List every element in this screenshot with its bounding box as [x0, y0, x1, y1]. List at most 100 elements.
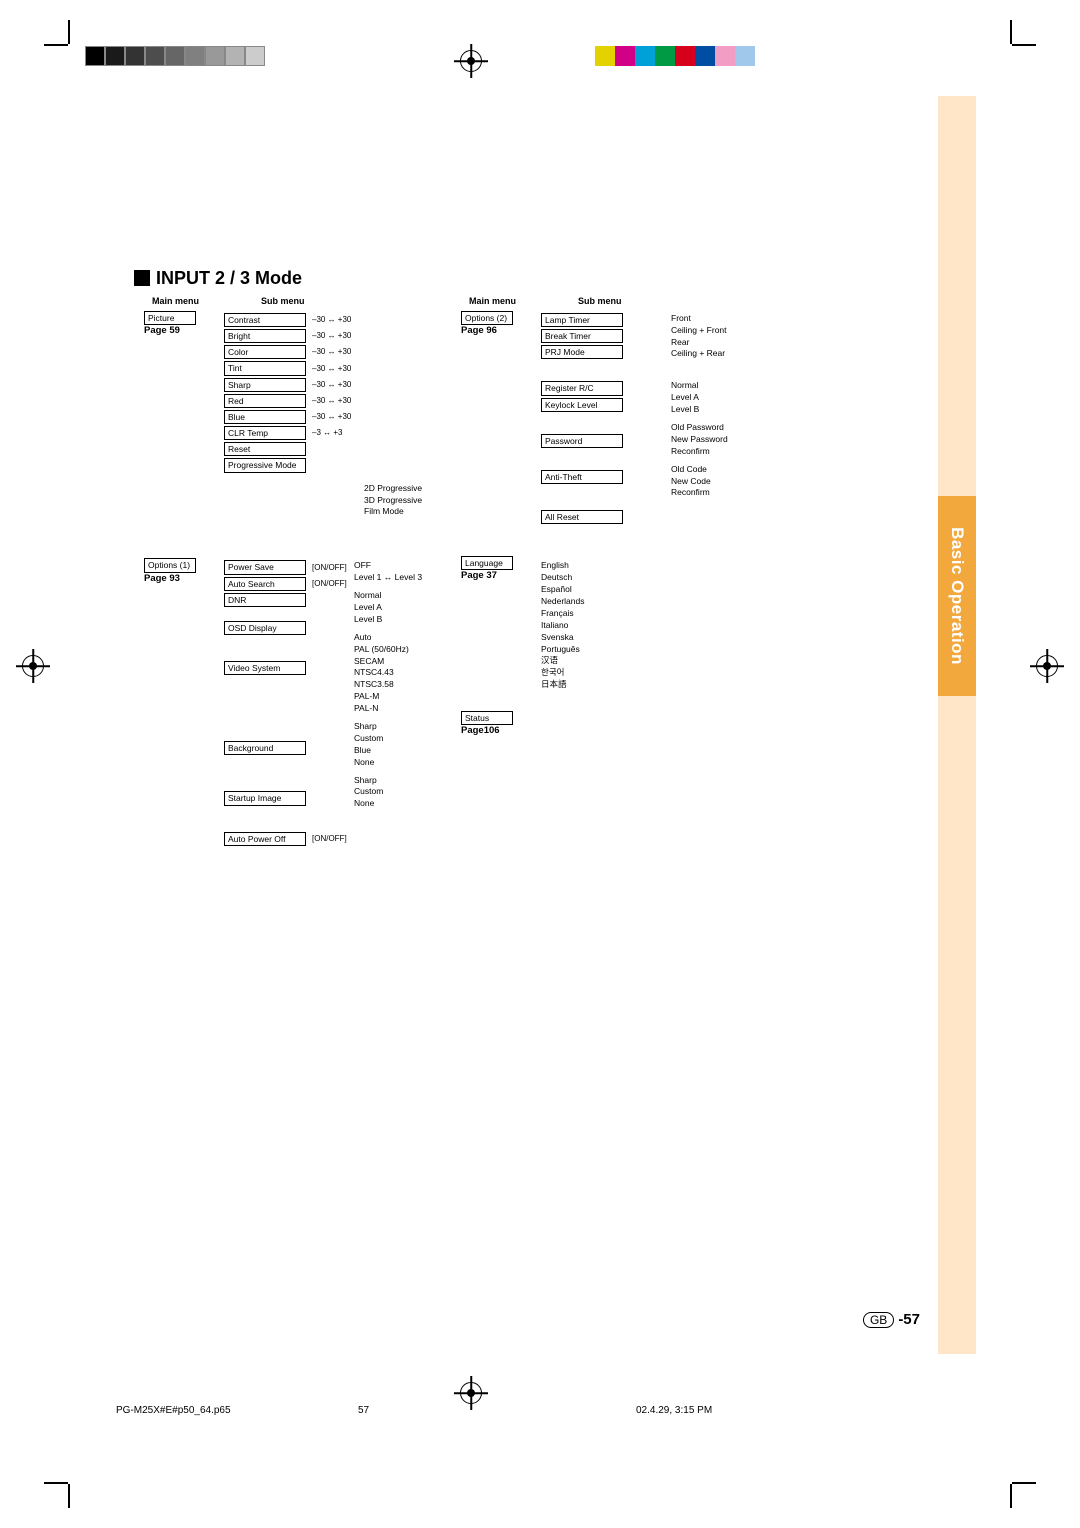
- submenu-item: Password: [541, 434, 623, 448]
- option-item: Normal: [354, 590, 464, 602]
- option-item: New Password: [671, 434, 891, 446]
- registration-mark-top: [454, 44, 488, 78]
- option-item: Português: [541, 644, 671, 656]
- submenu-value: –30 ↔ +30: [312, 364, 351, 374]
- submenu-row: Auto Search[ON/OFF]: [224, 577, 354, 591]
- page-ref-language: Page 37: [461, 570, 497, 581]
- submenu-item: Blue: [224, 410, 306, 424]
- footer-filename: PG-M25X#E#p50_64.p65: [116, 1405, 231, 1416]
- submenu-item: Reset: [224, 442, 306, 456]
- main-picture: Picture: [144, 311, 196, 325]
- submenu-value: [ON/OFF]: [312, 563, 347, 573]
- option-item: Ceiling + Front: [671, 325, 891, 337]
- submenu-row: Video System: [224, 661, 354, 675]
- option-item: 한국어: [541, 667, 671, 679]
- option-item: Level 1 ↔ Level 3: [354, 572, 464, 584]
- submenu-item: CLR Temp: [224, 426, 306, 440]
- option-item: NTSC3.58: [354, 679, 464, 691]
- submenu-value: –3 ↔ +3: [312, 428, 342, 438]
- section-title-text: INPUT 2 / 3 Mode: [156, 268, 302, 288]
- section-tab: Basic Operation: [938, 496, 976, 696]
- option-item: Old Password: [671, 422, 891, 434]
- option-item: PAL-M: [354, 691, 464, 703]
- main-options1: Options (1): [144, 558, 196, 572]
- submenu-item: Contrast: [224, 313, 306, 327]
- option-item: Level B: [354, 614, 464, 626]
- option-item: Level A: [671, 392, 891, 404]
- submenu-row: Power Save [ON/OFF]: [224, 560, 354, 574]
- option-item: SECAM: [354, 656, 464, 668]
- option-item: 汉语: [541, 655, 671, 667]
- section-title: INPUT 2 / 3 Mode: [134, 268, 302, 289]
- option-item: Front: [671, 313, 891, 325]
- main-options2: Options (2): [461, 311, 513, 325]
- option-item: 日本語: [541, 679, 671, 691]
- option-item: Old Code: [671, 464, 891, 476]
- option-item: OFF: [354, 560, 464, 572]
- submenu-row: Register R/C: [541, 381, 671, 395]
- option-item: None: [354, 798, 464, 810]
- submenu-row: PRJ Mode: [541, 345, 671, 359]
- submenu-row: Tint –30 ↔ +30: [224, 361, 354, 375]
- region-badge: GB: [863, 1312, 894, 1328]
- submenu-row: Password: [541, 434, 671, 448]
- option-item: Custom: [354, 786, 464, 798]
- submenu-item: Break Timer: [541, 329, 623, 343]
- submenu-row: Blue–30 ↔ +30: [224, 410, 354, 424]
- section-tab-label: Basic Operation: [947, 527, 967, 665]
- submenu-item: Bright: [224, 329, 306, 343]
- submenu-item: OSD Display: [224, 621, 306, 635]
- submenu-item: Red: [224, 394, 306, 408]
- option-item: Italiano: [541, 620, 671, 632]
- option-item: 3D Progressive: [364, 495, 464, 507]
- submenu-row: OSD Display: [224, 621, 354, 635]
- page-area: Basic Operation INPUT 2 / 3 Mode Main me…: [116, 96, 976, 1354]
- color-calibration-bars: [595, 46, 755, 66]
- option-item: Nederlands: [541, 596, 671, 608]
- submenu-row: CLR Temp –3 ↔ +3: [224, 426, 354, 440]
- registration-mark-right: [1030, 649, 1064, 683]
- submenu-item: Auto Search: [224, 577, 306, 591]
- registration-mark-bottom: [454, 1376, 488, 1410]
- gray-calibration-bars: [85, 46, 265, 66]
- submenu-row: Progressive Mode: [224, 458, 354, 472]
- page-number: GB-57: [863, 1311, 920, 1328]
- submenu-row: All Reset: [541, 510, 671, 524]
- submenu-item: PRJ Mode: [541, 345, 623, 359]
- submenu-row: Auto Power Off [ON/OFF]: [224, 832, 354, 846]
- submenu-row: Startup Image: [224, 791, 354, 805]
- option-item: Level A: [354, 602, 464, 614]
- submenu-row: Contrast–30 ↔ +30: [224, 313, 354, 327]
- footer-print-page: 57: [358, 1405, 369, 1416]
- submenu-row: Keylock Level: [541, 398, 671, 412]
- page-ref-picture: Page 59: [144, 325, 180, 336]
- option-item: Film Mode: [364, 506, 464, 518]
- registration-mark-left: [16, 649, 50, 683]
- option-item: Reconfirm: [671, 446, 891, 458]
- option-item: New Code: [671, 476, 891, 488]
- submenu-row: Sharp–30 ↔ +30: [224, 378, 354, 392]
- option-item: Rear: [671, 337, 891, 349]
- col-main-label: Main menu: [152, 296, 199, 307]
- submenu-item: Auto Power Off: [224, 832, 306, 846]
- option-item: Level B: [671, 404, 891, 416]
- submenu-row: Color–30 ↔ +30: [224, 345, 354, 359]
- submenu-item: All Reset: [541, 510, 623, 524]
- submenu-row: Reset: [224, 442, 354, 456]
- option-item: Deutsch: [541, 572, 671, 584]
- page-ref-status: Page106: [461, 725, 500, 736]
- col-main-label: Main menu: [469, 296, 516, 307]
- option-item: None: [354, 757, 464, 769]
- option-item: Français: [541, 608, 671, 620]
- option-item: Reconfirm: [671, 487, 891, 499]
- submenu-item: Tint: [224, 361, 306, 375]
- submenu-item: Power Save: [224, 560, 306, 574]
- option-item: Sharp: [354, 775, 464, 787]
- submenu-row: Anti-Theft: [541, 470, 671, 484]
- submenu-value: [ON/OFF]: [312, 834, 347, 844]
- submenu-item: Color: [224, 345, 306, 359]
- submenu-row: Bright –30 ↔ +30: [224, 329, 354, 343]
- submenu-value: –30 ↔ +30: [312, 331, 351, 341]
- option-item: Blue: [354, 745, 464, 757]
- option-item: 2D Progressive: [364, 483, 464, 495]
